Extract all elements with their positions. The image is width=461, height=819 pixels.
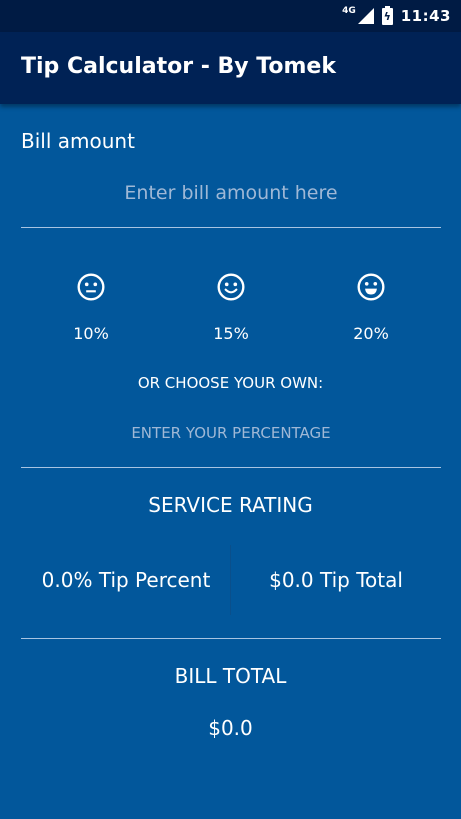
tip-option-20[interactable]: 20%	[331, 272, 411, 354]
custom-tip-label: OR CHOOSE YOUR OWN:	[137, 374, 324, 392]
status-clock: 11:43	[400, 7, 451, 25]
app-title: Tip Calculator - By Tomek	[21, 54, 336, 79]
bill-total-value: $0.0	[208, 716, 253, 740]
cell-signal-icon	[357, 8, 374, 24]
divider	[21, 227, 441, 228]
tip-total-result: $0.0 Tip Total	[269, 568, 403, 592]
custom-percentage-input[interactable]	[21, 419, 441, 447]
status-bar: 4G ϟ 11:43	[0, 0, 461, 32]
divider	[21, 467, 441, 468]
battery-charging-icon: ϟ	[381, 5, 393, 25]
app-bar: Tip Calculator - By Tomek	[0, 32, 461, 104]
bill-total-heading: BILL TOTAL	[174, 664, 287, 688]
tip-option-label: 10%	[73, 324, 109, 343]
tip-option-10[interactable]: 10%	[51, 272, 131, 354]
smiling-face-icon	[217, 273, 245, 301]
grinning-face-icon	[357, 273, 385, 301]
tip-option-15[interactable]: 15%	[191, 272, 271, 354]
tip-option-label: 20%	[353, 324, 389, 343]
bill-amount-input[interactable]	[21, 176, 441, 210]
tip-option-label: 15%	[213, 324, 249, 343]
status-icons: 4G ϟ 11:43	[342, 5, 451, 26]
neutral-face-icon	[77, 273, 105, 301]
service-rating-heading: SERVICE RATING	[148, 493, 313, 517]
bill-amount-label: Bill amount	[21, 129, 135, 153]
divider	[21, 638, 441, 639]
tip-percent-result: 0.0% Tip Percent	[41, 568, 211, 592]
network-type: 4G	[342, 6, 356, 16]
